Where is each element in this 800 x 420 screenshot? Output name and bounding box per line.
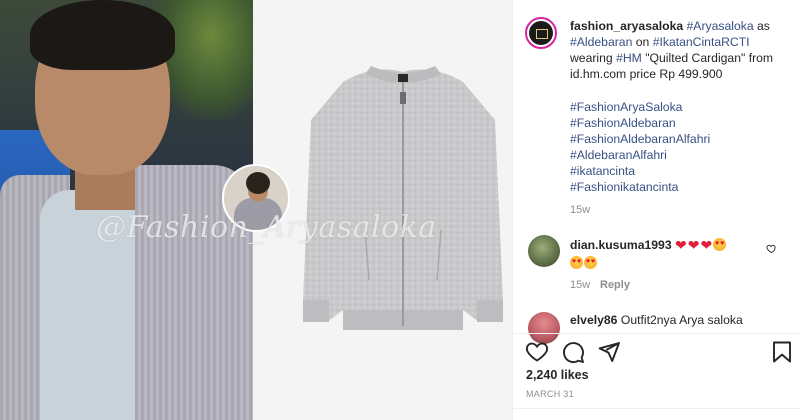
hashtag-link[interactable]: #FashionAryaSaloka bbox=[570, 99, 792, 115]
heart-outline-icon[interactable] bbox=[525, 340, 549, 364]
caption-text: as bbox=[753, 19, 770, 33]
commenter-avatar[interactable] bbox=[528, 235, 560, 267]
comment-text: Outfit2nya Arya saloka bbox=[620, 313, 743, 327]
comments-panel: fashion_aryasaloka #Aryasaloka as #Aldeb… bbox=[513, 0, 800, 420]
poster-avatar[interactable] bbox=[525, 17, 557, 49]
caption-tag-ikatancintarcti[interactable]: #IkatanCintaRCTI bbox=[653, 35, 750, 49]
bottom-separator bbox=[513, 408, 800, 409]
actions-separator bbox=[513, 333, 800, 334]
red-heart-emoji: ❤ bbox=[675, 237, 687, 253]
red-heart-emoji: ❤ bbox=[700, 237, 713, 253]
comment-timestamp[interactable]: 15w bbox=[570, 279, 590, 291]
reply-button[interactable]: Reply bbox=[600, 279, 630, 291]
speech-bubble-icon[interactable] bbox=[561, 340, 585, 364]
heart-eyes-emoji bbox=[584, 256, 597, 269]
caption-tag-aldebaran[interactable]: #Aldebaran bbox=[570, 35, 632, 49]
quilted-cardigan-image bbox=[303, 66, 503, 330]
paper-plane-icon[interactable] bbox=[597, 340, 621, 364]
comment-like-icon[interactable] bbox=[766, 243, 777, 254]
heart-eyes-emoji bbox=[713, 238, 727, 251]
hashtag-link[interactable]: #FashionAldebaran bbox=[570, 115, 792, 131]
hair bbox=[30, 0, 175, 70]
poster-username[interactable]: fashion_aryasaloka bbox=[570, 19, 683, 33]
hashtag-list: #FashionAryaSaloka #FashionAldebaran #Fa… bbox=[570, 99, 792, 195]
bookmark-icon[interactable] bbox=[771, 340, 793, 364]
post-date[interactable]: MARCH 31 bbox=[526, 389, 574, 399]
likes-count[interactable]: 2,240 likes bbox=[526, 368, 589, 382]
heart-eyes-emoji bbox=[570, 256, 583, 269]
red-heart-emoji: ❤ bbox=[687, 237, 700, 253]
caption-timestamp[interactable]: 15w bbox=[570, 204, 590, 216]
hashtag-link[interactable]: #Fashionikatancinta bbox=[570, 179, 792, 195]
caption-text: on bbox=[632, 35, 653, 49]
hashtag-link[interactable]: #FashionAldebaranAlfahri bbox=[570, 131, 792, 147]
hashtag-link[interactable]: #ikatancinta bbox=[570, 163, 792, 179]
caption-tag-aryasaloka[interactable]: #Aryasaloka bbox=[687, 19, 754, 33]
caption-text: wearing bbox=[570, 51, 617, 65]
post-media[interactable]: @Fashion_Aryasaloka bbox=[0, 0, 512, 420]
caption-tag-hm[interactable]: #HM bbox=[616, 51, 642, 65]
commenter-username[interactable]: elvely86 bbox=[570, 313, 617, 327]
post-caption: fashion_aryasaloka #Aryasaloka as #Aldeb… bbox=[570, 18, 792, 82]
comment-body: elvely86 Outfit2nya Arya saloka bbox=[570, 311, 770, 329]
post-actions bbox=[525, 340, 795, 364]
watermark: @Fashion_Aryasaloka bbox=[96, 210, 437, 245]
commenter-username[interactable]: dian.kusuma1993 bbox=[570, 238, 672, 252]
hashtag-link[interactable]: #AldebaranAlfahri bbox=[570, 147, 792, 163]
comment-body: dian.kusuma1993 ❤❤❤ bbox=[570, 236, 770, 272]
